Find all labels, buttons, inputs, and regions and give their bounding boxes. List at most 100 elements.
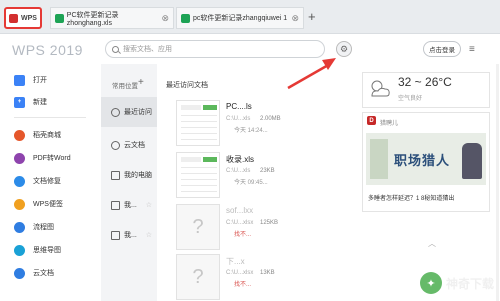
folder-icon: [111, 230, 120, 240]
file-row[interactable]: 收录.xls C:\U...xls 23KB 今天 09:45...: [176, 152, 326, 200]
scrollbar[interactable]: [496, 64, 499, 301]
air-quality: 空气良好: [398, 96, 423, 102]
clock-icon: [111, 107, 120, 117]
cloud-icon: [111, 140, 120, 150]
tab-doc-zhonghang[interactable]: PC软件更新记录zhonghang.xls ⊗: [50, 7, 174, 29]
nav-open[interactable]: 打开: [14, 73, 47, 87]
folder-icon: [14, 74, 25, 86]
tab-doc-zhangqiuwei[interactable]: pc软件更新记录zhangqiuwei 1 ⊗: [176, 7, 304, 29]
gear-icon[interactable]: ⚙: [336, 41, 352, 57]
file-path: C:\U...xls: [226, 168, 251, 174]
tab-wps-label: WPS: [21, 14, 37, 22]
nav-label: 文档修复: [33, 178, 61, 185]
location-my-2[interactable]: 我... ☆: [101, 220, 157, 250]
close-icon[interactable]: ⊗: [291, 13, 299, 24]
spreadsheet-icon: [181, 13, 190, 23]
news-caption[interactable]: 多睡者怎样延迟？1 8秘知道猜出: [368, 193, 454, 202]
weather-temperature: 32 ~ 26°C: [398, 75, 452, 89]
location-computer[interactable]: 我的电脑: [101, 160, 157, 190]
location-label: 云文档: [124, 142, 145, 149]
home-header: WPS 2019 搜索文档、应用 ⚙ 点击登录 ≡: [0, 34, 500, 64]
computer-icon: [111, 170, 120, 180]
nav-cloud-doc[interactable]: 云文档: [14, 266, 54, 280]
file-thumbnail: [176, 152, 220, 198]
new-tab-button[interactable]: +: [308, 9, 316, 24]
file-path: C:\U...xlsx: [226, 220, 254, 226]
watermark-text: 神奇下载: [446, 276, 495, 291]
tab-doc-label: PC软件更新记录zhonghang.xls: [66, 11, 119, 27]
nav-label: PDF转Word: [33, 155, 71, 162]
location-label: 我...: [124, 202, 137, 209]
location-label: 我...: [124, 232, 137, 239]
nav-new[interactable]: + 新建: [14, 95, 47, 109]
nav-flowchart[interactable]: 流程图: [14, 220, 54, 234]
tab-doc-label: pc软件更新记录zhangqiuwei 1: [193, 15, 288, 22]
nav-divider: [14, 117, 86, 118]
wps-logo-icon: [9, 13, 19, 23]
file-row[interactable]: ? 下...x C:\U...xlsx 13KB 找不...: [176, 254, 326, 301]
nav-note[interactable]: WPS便签: [14, 197, 63, 211]
plus-square-icon: +: [14, 96, 25, 108]
brand-title: WPS 2019: [12, 42, 83, 58]
watermark: ✦ 神奇下载: [420, 268, 498, 298]
news-source: 猎聘儿: [380, 121, 399, 127]
nav-label: WPS便签: [33, 201, 63, 208]
location-label: 最近访问: [124, 109, 152, 116]
search-icon: [112, 45, 119, 53]
location-recent[interactable]: 最近访问: [101, 97, 157, 127]
tab-bar: WPS PC软件更新记录zhonghang.xls ⊗ pc软件更新记录zhan…: [0, 0, 500, 34]
chevron-up-icon[interactable]: ︿: [428, 238, 436, 249]
star-icon[interactable]: ☆: [146, 201, 152, 209]
file-size: 13KB: [260, 270, 275, 276]
locations-header: 常用位置: [112, 83, 138, 90]
tab-wps-home[interactable]: WPS: [4, 7, 42, 29]
note-icon: [14, 198, 25, 210]
nav-pdf-to-word[interactable]: PDF转Word: [14, 151, 71, 165]
file-status: 找不...: [234, 232, 252, 238]
spreadsheet-icon: [55, 13, 64, 23]
nav-mindmap[interactable]: 思维导图: [14, 243, 61, 257]
file-row[interactable]: PC....ls C:\U...xls 2.00MB 今天 14:24...: [176, 100, 326, 148]
file-size: 2.00MB: [260, 116, 281, 122]
file-time: 今天 09:45...: [234, 180, 268, 186]
nav-label: 稻壳商城: [33, 132, 61, 139]
file-path: C:\U...xls: [226, 116, 251, 122]
nav-label: 流程图: [33, 224, 54, 231]
nav-label: 新建: [33, 99, 47, 106]
nav-label: 打开: [33, 77, 47, 84]
recent-files-header: 最近访问文档: [166, 82, 208, 89]
close-icon[interactable]: ⊗: [161, 13, 169, 24]
file-status: 找不...: [234, 282, 252, 288]
pdf-icon: [14, 152, 25, 164]
location-cloud[interactable]: 云文档: [101, 130, 157, 160]
missing-file-icon: ?: [176, 254, 220, 300]
star-icon[interactable]: ☆: [146, 231, 152, 239]
news-source-icon: D: [367, 116, 376, 125]
nav-repair[interactable]: 文档修复: [14, 174, 61, 188]
file-thumbnail: [176, 100, 220, 146]
watermark-logo-icon: ✦: [420, 272, 442, 294]
file-name: 下...x: [226, 257, 245, 266]
cloudy-weather-icon: [371, 80, 390, 97]
news-banner-text: 职场猎人: [394, 153, 451, 168]
add-location-button[interactable]: +: [138, 77, 144, 88]
search-placeholder: 搜索文档、应用: [123, 46, 172, 53]
flowchart-icon: [14, 221, 25, 233]
repair-icon: [14, 175, 25, 187]
file-size: 23KB: [260, 168, 275, 174]
file-name: sof...lxx: [226, 206, 254, 215]
search-input[interactable]: 搜索文档、应用: [105, 40, 325, 58]
mindmap-icon: [14, 244, 25, 256]
nav-store[interactable]: 稻壳商城: [14, 128, 61, 142]
file-path: C:\U...xlsx: [226, 270, 254, 276]
login-button[interactable]: 点击登录: [423, 41, 461, 57]
file-row[interactable]: ? sof...lxx C:\U...xlsx 125KB 找不...: [176, 204, 326, 252]
menu-icon[interactable]: ≡: [469, 44, 475, 55]
location-label: 我的电脑: [124, 172, 152, 179]
file-size: 125KB: [260, 220, 279, 226]
nav-label: 思维导图: [33, 247, 61, 254]
nav-label: 云文档: [33, 270, 54, 277]
missing-file-icon: ?: [176, 204, 220, 250]
news-image[interactable]: 职场猎人: [366, 133, 486, 185]
location-my-1[interactable]: 我... ☆: [101, 190, 157, 220]
